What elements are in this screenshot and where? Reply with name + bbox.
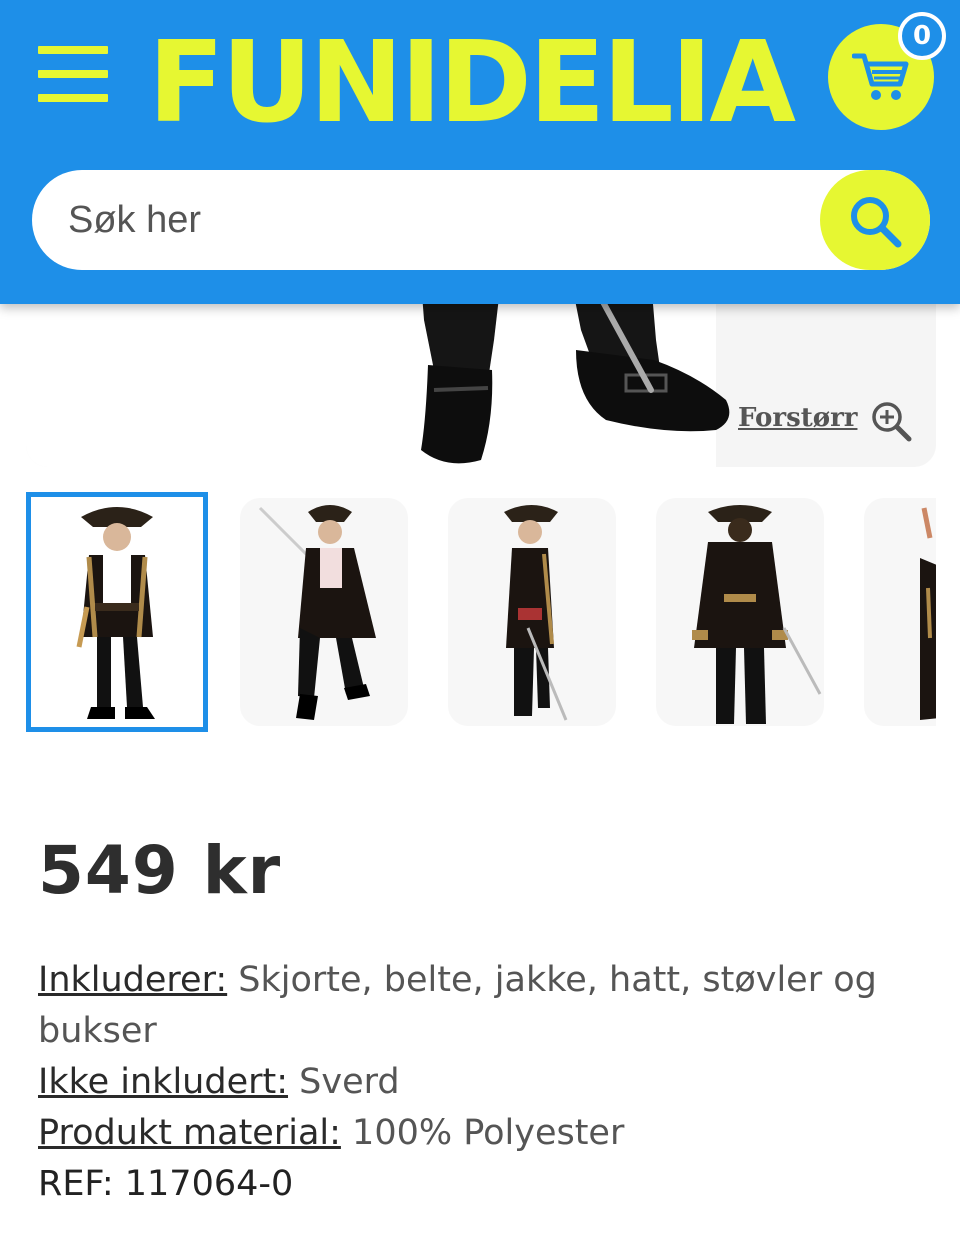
thumbnail-3[interactable]: [448, 498, 616, 726]
detail-value: Sverd: [288, 1062, 400, 1102]
detail-label: Ikke inkludert:: [38, 1062, 289, 1102]
pirate-costume-side-image: [504, 505, 568, 721]
detail-not-included: Ikke inkludert: Sverd: [38, 1057, 918, 1108]
pirate-costume-back-image: [692, 505, 822, 724]
thumbnail-2[interactable]: [240, 498, 408, 726]
search-input[interactable]: [68, 192, 808, 248]
funidelia-logo[interactable]: FUNIDELIA: [148, 28, 798, 138]
pirate-costume-sword-image: [258, 505, 376, 720]
thumbnail-4[interactable]: [656, 498, 824, 726]
product-price: 549 kr: [38, 832, 282, 909]
pirate-costume-partial-image: [920, 507, 936, 720]
detail-material: Produkt material: 100% Polyester: [38, 1108, 918, 1159]
thumbnail-1[interactable]: [26, 492, 208, 732]
pirate-costume-front-image: [76, 507, 155, 719]
product-ref: REF: 117064-0: [38, 1164, 294, 1204]
search-bar: [32, 170, 930, 270]
product-details: Inkluderer: Skjorte, belte, jakke, hatt,…: [38, 955, 918, 1210]
costume-legs-image: [421, 280, 730, 464]
thumbnail-5[interactable]: [864, 498, 936, 726]
detail-included: Inkluderer: Skjorte, belte, jakke, hatt,…: [38, 955, 918, 1057]
zoom-link[interactable]: Forstørr: [738, 403, 857, 443]
zoom-in-icon[interactable]: [870, 400, 912, 442]
cart-count-badge: 0: [898, 12, 946, 60]
thumbnail-strip: [26, 492, 936, 734]
shopping-cart-icon: [852, 53, 909, 100]
search-button[interactable]: [820, 170, 930, 270]
search-icon: [851, 197, 902, 248]
hamburger-menu-icon[interactable]: [38, 46, 108, 106]
detail-label: Inkluderer:: [38, 960, 228, 1000]
site-header: FUNIDELIA 0: [0, 0, 960, 304]
detail-label: Produkt material:: [38, 1113, 341, 1153]
detail-value: 100% Polyester: [340, 1113, 625, 1153]
